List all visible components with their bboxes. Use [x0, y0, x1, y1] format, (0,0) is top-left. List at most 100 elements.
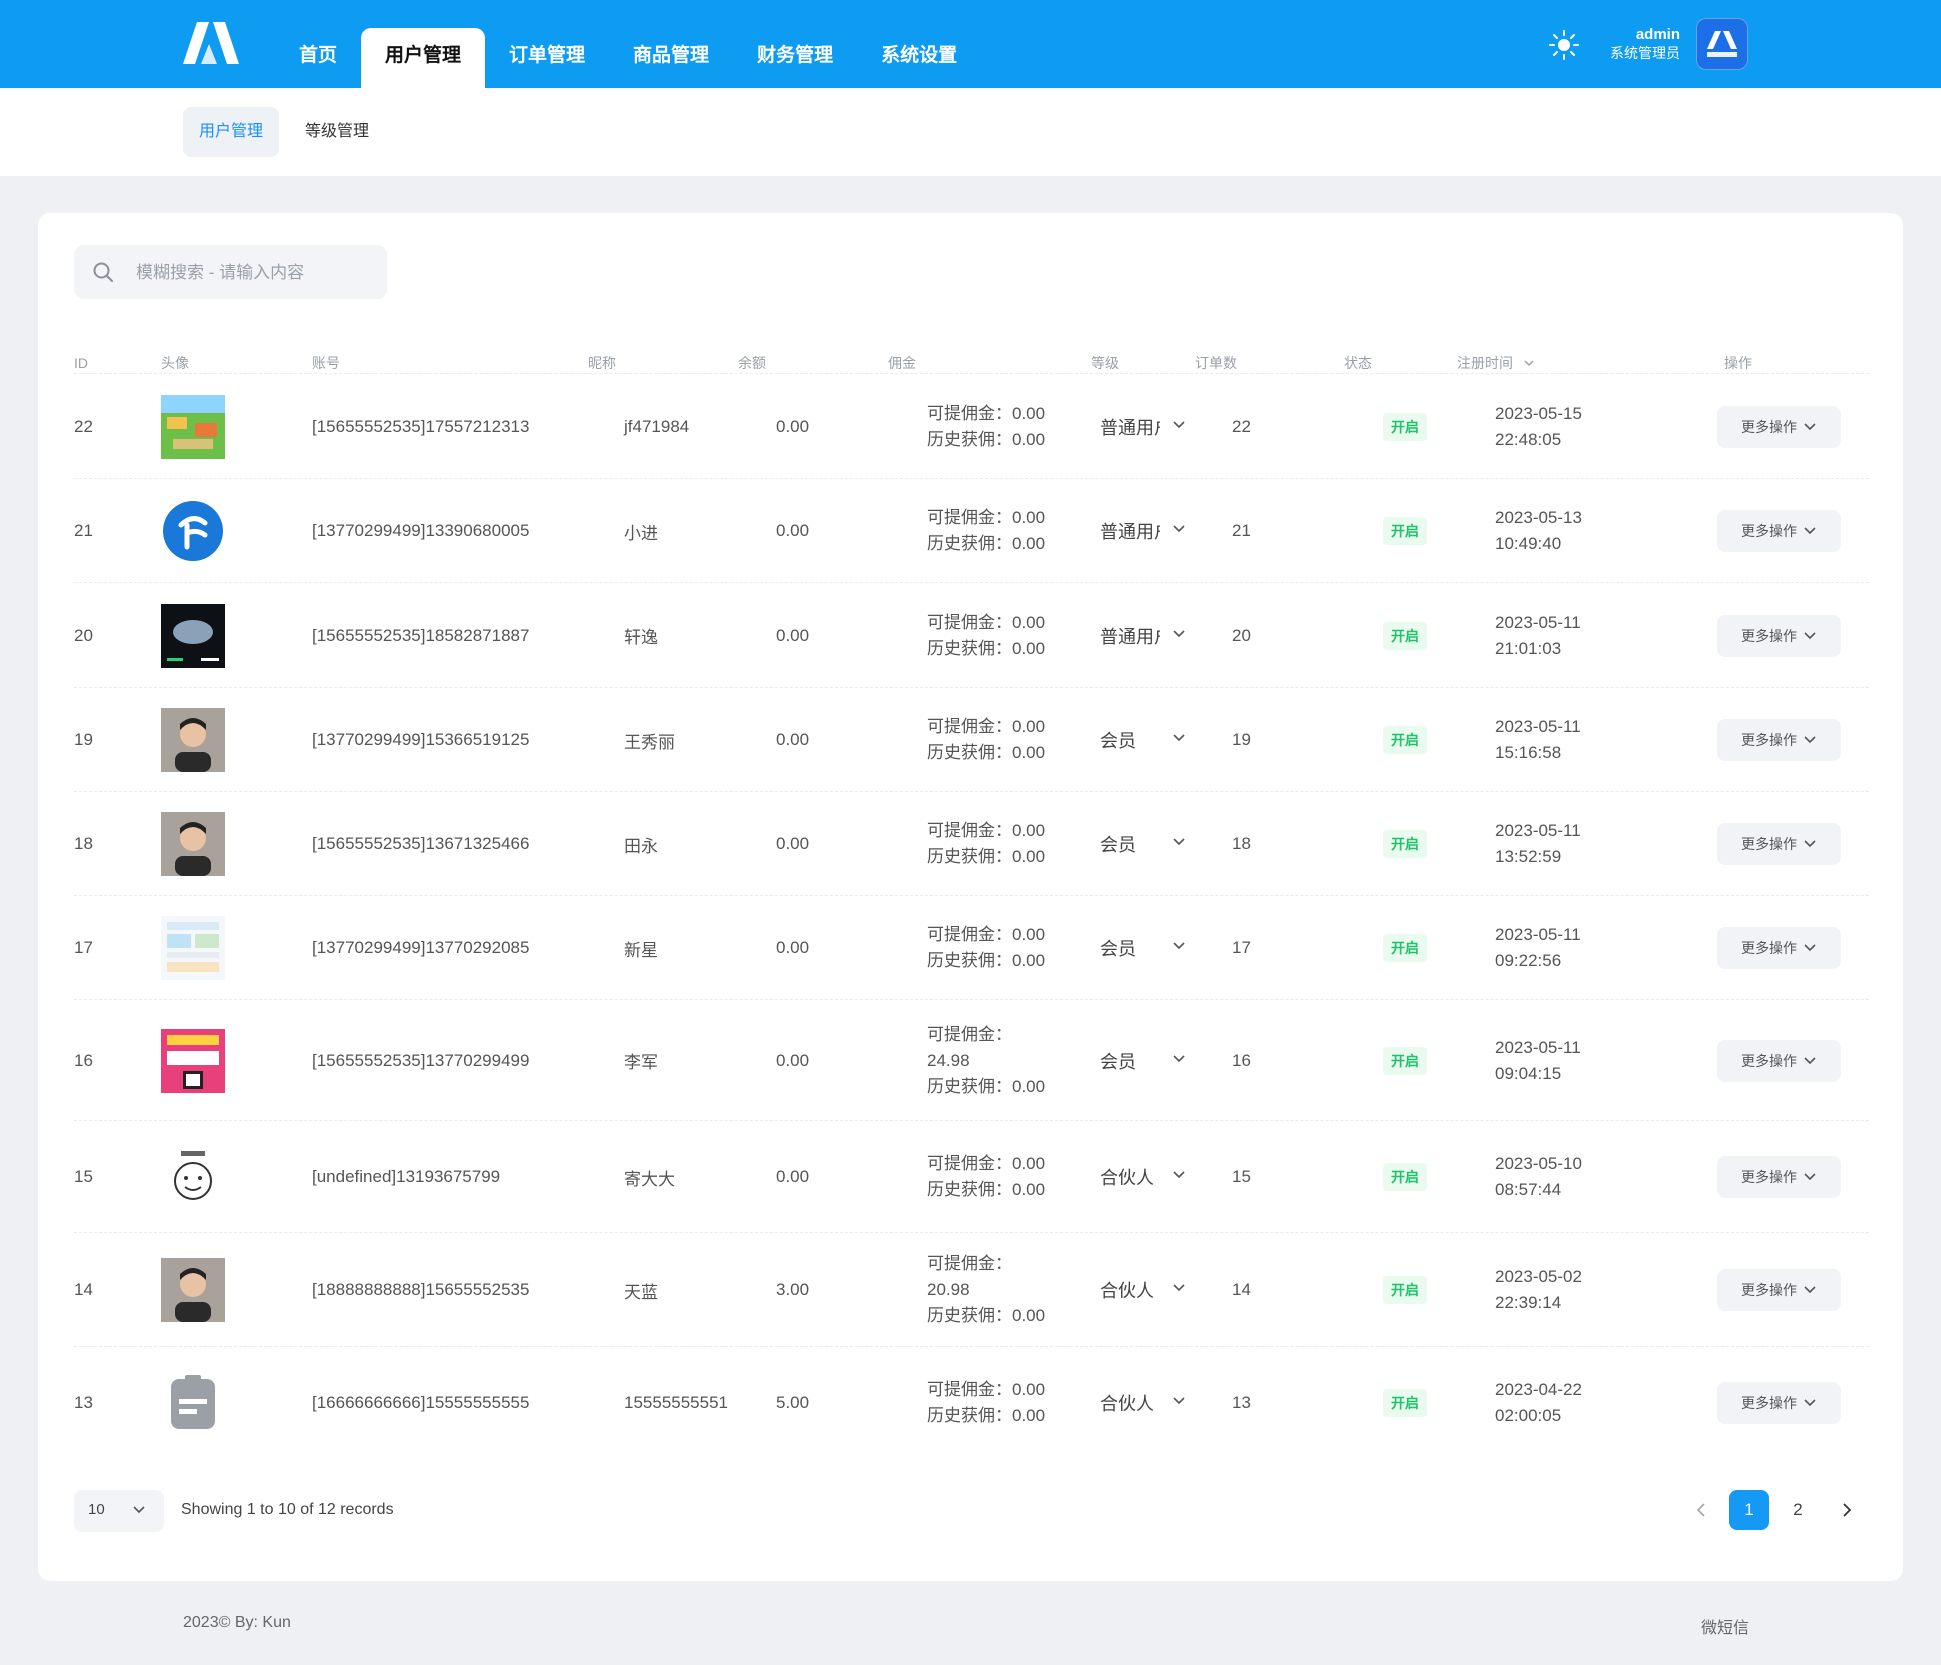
- user-info[interactable]: admin 系统管理员: [1590, 26, 1680, 62]
- main-nav: 首页 用户管理 订单管理 商品管理 财务管理 系统设置: [275, 28, 981, 88]
- more-actions-button[interactable]: 更多操作: [1717, 823, 1841, 865]
- nav-item-0[interactable]: 首页: [275, 28, 361, 88]
- chevron-down-icon: [1173, 734, 1185, 742]
- level-select[interactable]: 合伙人: [1100, 1390, 1192, 1416]
- status-badge[interactable]: 开启: [1383, 412, 1427, 441]
- next-page-button[interactable]: [1827, 1490, 1867, 1530]
- theme-toggle-icon[interactable]: [1549, 30, 1579, 60]
- more-actions-button[interactable]: 更多操作: [1717, 1382, 1841, 1424]
- cell-actions: 更多操作: [1717, 896, 1841, 1000]
- cell-id: 14: [74, 1280, 93, 1299]
- status-badge[interactable]: 开启: [1383, 1276, 1427, 1304]
- level-value: 普通用户: [1100, 522, 1160, 542]
- cell-status: 开启: [1383, 374, 1427, 479]
- top-navbar: 首页 用户管理 订单管理 商品管理 财务管理 系统设置 admin 系统管理员: [0, 0, 1941, 88]
- avatar: [161, 916, 225, 980]
- status-badge[interactable]: 开启: [1383, 934, 1427, 962]
- cell-nickname: 李军: [624, 1053, 658, 1072]
- cell-orders: 15: [1232, 1167, 1251, 1186]
- cell-register-time: 2023-05-13 10:49:40: [1495, 479, 1582, 583]
- more-actions-button[interactable]: 更多操作: [1717, 614, 1841, 657]
- user-avatar[interactable]: [1696, 18, 1748, 70]
- status-badge[interactable]: 开启: [1383, 830, 1427, 858]
- more-actions-button[interactable]: 更多操作: [1717, 405, 1841, 448]
- level-select[interactable]: 会员: [1100, 935, 1192, 961]
- cell-account: [13770299499]13390680005: [312, 521, 530, 540]
- avatar: [161, 1371, 225, 1435]
- historical-commission: 历史获佣：0.00: [927, 1076, 1046, 1096]
- status-badge[interactable]: 开启: [1383, 1389, 1427, 1417]
- page-size-select[interactable]: 10: [74, 1490, 164, 1532]
- page-button-2[interactable]: 2: [1778, 1490, 1818, 1530]
- more-actions-button[interactable]: 更多操作: [1717, 510, 1841, 552]
- cell-nickname: 新星: [624, 940, 658, 960]
- withdrawable-commission: 可提佣金：0.00: [927, 612, 1046, 632]
- historical-commission: 历史获佣：0.00: [927, 1180, 1046, 1199]
- nav-item-3[interactable]: 商品管理: [609, 28, 733, 88]
- nav-item-5[interactable]: 系统设置: [857, 28, 981, 88]
- cell-commission: 可提佣金：0.00 历史获佣：0.00: [927, 896, 1057, 1000]
- register-time-label: 注册时间: [1457, 355, 1513, 371]
- level-select[interactable]: 会员: [1100, 727, 1192, 753]
- register-clock: 22:39:14: [1495, 1293, 1562, 1312]
- cell-commission: 可提佣金：0.00 历史获佣：0.00: [927, 583, 1057, 688]
- col-header-register-time[interactable]: 注册时间: [1457, 353, 1535, 373]
- register-clock: 15:16:58: [1495, 743, 1562, 762]
- cell-id: 16: [74, 1050, 93, 1070]
- historical-commission: 历史获佣：0.00: [927, 951, 1046, 970]
- more-actions-button[interactable]: 更多操作: [1717, 1156, 1841, 1198]
- cell-actions: 更多操作: [1717, 792, 1841, 896]
- nav-item-1[interactable]: 用户管理: [361, 28, 486, 88]
- level-select[interactable]: 会员: [1100, 1048, 1192, 1074]
- status-badge[interactable]: 开启: [1383, 621, 1427, 650]
- register-date: 2023-05-11: [1495, 612, 1581, 632]
- withdrawable-commission: 可提佣金：0.00: [927, 1154, 1046, 1173]
- cell-nickname: 王秀丽: [624, 732, 675, 752]
- level-select[interactable]: 合伙人: [1100, 1277, 1192, 1303]
- more-actions-button[interactable]: 更多操作: [1717, 1039, 1841, 1082]
- cell-register-time: 2023-04-22 02:00:05: [1495, 1347, 1582, 1459]
- cell-id: 19: [74, 730, 93, 749]
- nav-item-4[interactable]: 财务管理: [733, 28, 857, 88]
- level-select[interactable]: 会员: [1100, 831, 1192, 857]
- status-badge[interactable]: 开启: [1383, 726, 1427, 754]
- prev-page-button[interactable]: [1681, 1490, 1721, 1530]
- cell-account: [15655552535]13671325466: [312, 834, 530, 853]
- col-header-actions: 操作: [1724, 355, 1752, 371]
- nav-item-2[interactable]: 订单管理: [485, 28, 609, 88]
- cell-orders: 19: [1232, 730, 1251, 749]
- level-select[interactable]: 合伙人: [1100, 1164, 1192, 1190]
- more-actions-label: 更多操作: [1741, 1052, 1797, 1069]
- status-badge[interactable]: 开启: [1383, 517, 1427, 545]
- more-actions-button[interactable]: 更多操作: [1717, 1269, 1841, 1311]
- more-actions-button[interactable]: 更多操作: [1717, 719, 1841, 761]
- search-input[interactable]: [134, 245, 378, 301]
- cell-balance: 0.00: [776, 834, 810, 853]
- cell-commission: 可提佣金：0.00 历史获佣：0.00: [927, 374, 1057, 479]
- more-actions-button[interactable]: 更多操作: [1717, 927, 1841, 969]
- status-badge[interactable]: 开启: [1383, 1163, 1427, 1191]
- status-badge[interactable]: 开启: [1383, 1046, 1427, 1075]
- chevron-down-icon: [1804, 1399, 1816, 1407]
- chevron-down-icon: [1804, 631, 1816, 639]
- chevron-down-icon: [1804, 736, 1816, 744]
- chevron-down-icon: [1173, 1054, 1185, 1062]
- avatar: [161, 708, 225, 772]
- register-clock: 13:52:59: [1495, 847, 1562, 866]
- historical-commission: 历史获佣：0.00: [927, 743, 1046, 762]
- subtab-user-management[interactable]: 用户管理: [183, 107, 280, 157]
- level-select[interactable]: 普通用户: [1100, 414, 1192, 440]
- more-actions-label: 更多操作: [1741, 418, 1797, 435]
- subtab-level-management[interactable]: 等级管理: [289, 107, 385, 157]
- register-date: 2023-04-22: [1495, 1380, 1582, 1399]
- app-logo[interactable]: [183, 22, 239, 64]
- cell-id: 22: [74, 416, 93, 436]
- more-actions-label: 更多操作: [1741, 1282, 1797, 1298]
- register-clock: 10:49:40: [1495, 534, 1562, 553]
- register-clock: 09:04:15: [1495, 1063, 1562, 1083]
- level-select[interactable]: 普通用户: [1100, 623, 1192, 649]
- page-button-1[interactable]: 1: [1729, 1490, 1769, 1530]
- level-select[interactable]: 普通用户: [1100, 518, 1192, 544]
- cell-balance: 3.00: [776, 1280, 810, 1299]
- cell-commission: 可提佣金：0.00 历史获佣：0.00: [927, 792, 1057, 896]
